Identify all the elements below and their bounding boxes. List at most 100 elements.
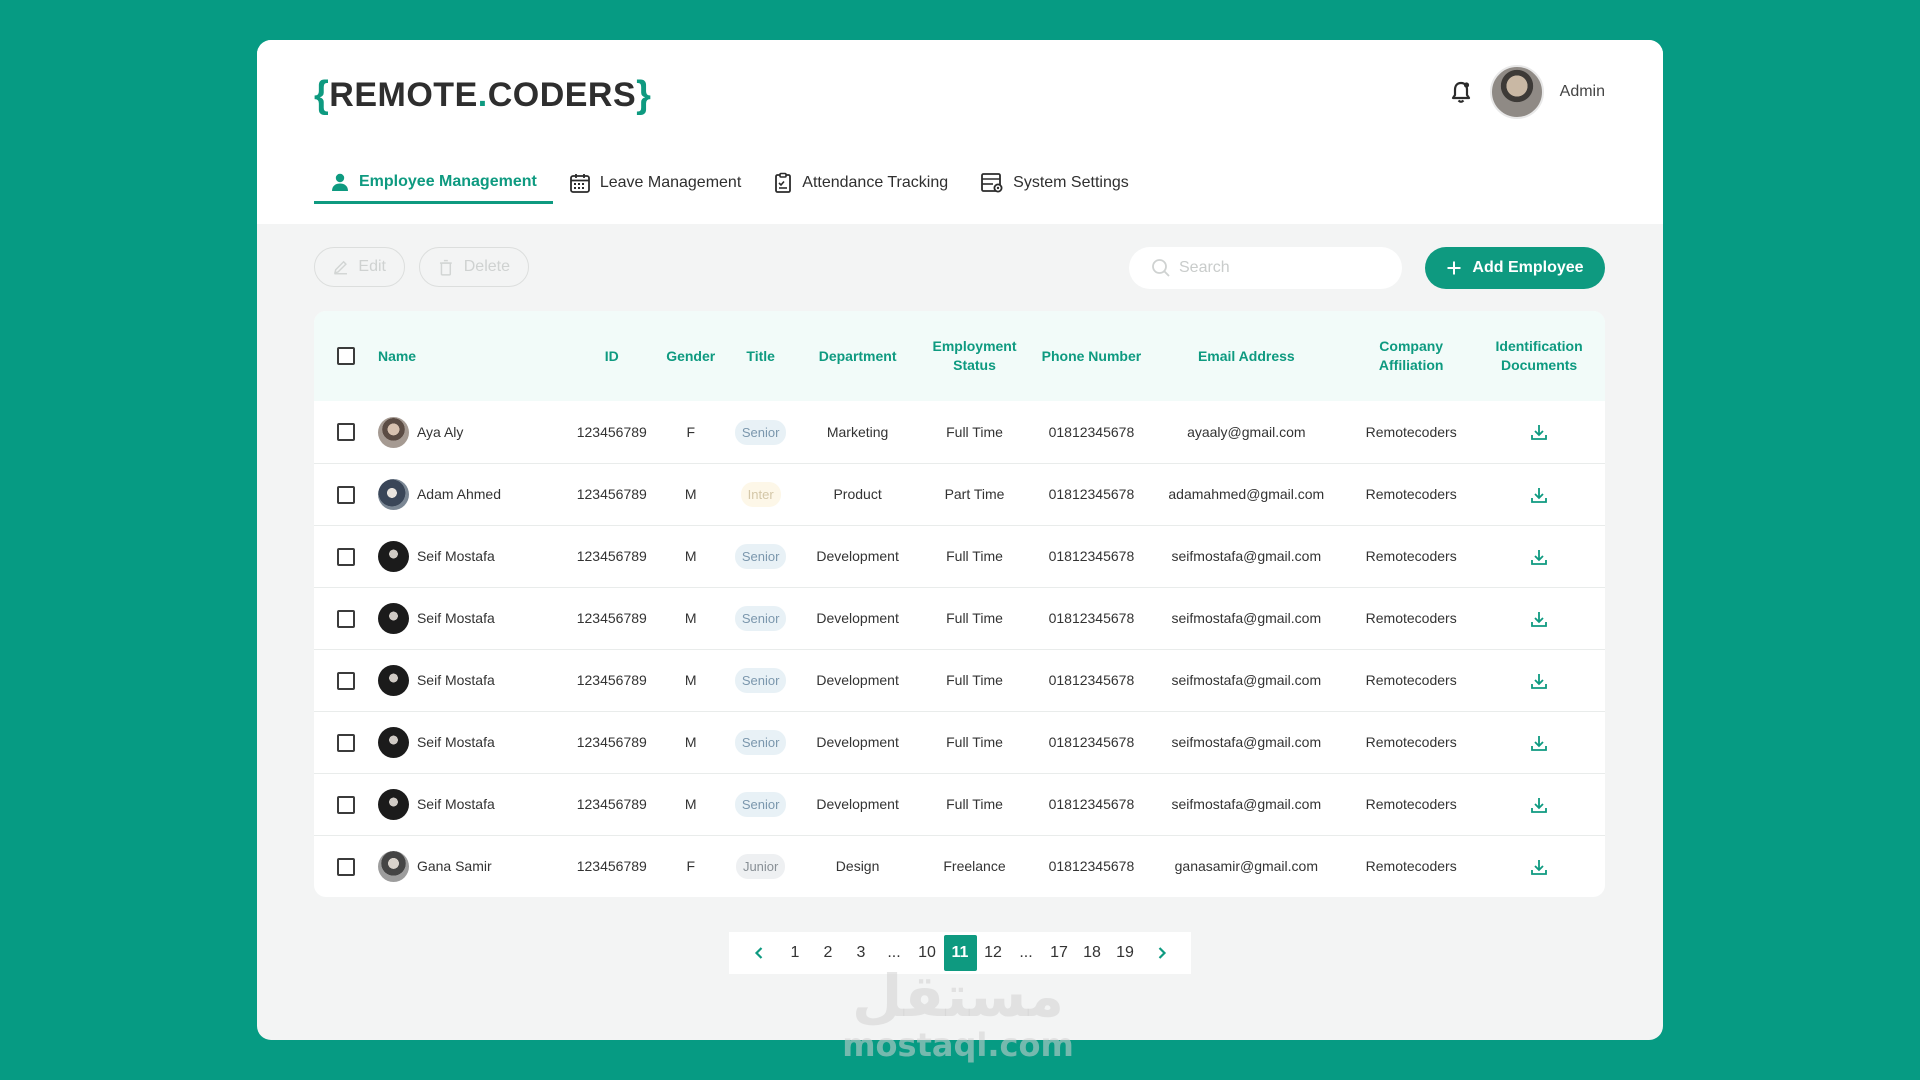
id-cell: 123456789 [576,610,647,626]
tab-employee-management[interactable]: Employee Management [314,162,553,204]
documents-cell [1473,734,1605,752]
select-all-checkbox[interactable] [336,347,355,365]
header-department[interactable]: Department [806,347,910,366]
documents-cell [1473,486,1605,504]
watermark-latin: mostaql.com [842,1026,1074,1064]
name-cell: Gana Samir [377,851,558,882]
table-row[interactable]: Gana Samir 123456789 F Junior Design Fre… [314,835,1605,897]
phone-cell: 01812345678 [1048,486,1135,502]
tab-attendance-tracking[interactable]: Attendance Tracking [757,162,964,204]
row-checkbox[interactable] [336,733,355,752]
avatar[interactable] [1489,65,1544,119]
department-cell: Development [816,672,899,688]
email-cell: adamahmed@gmail.com [1168,486,1325,502]
row-checkbox[interactable] [336,857,355,876]
page-button[interactable]: 18 [1076,935,1109,971]
avatar [377,603,409,634]
download-icon[interactable] [1530,734,1548,752]
employee-name: Adam Ahmed [416,486,502,502]
row-checkbox[interactable] [336,423,355,441]
table-row[interactable]: Seif Mostafa 123456789 M Senior Developm… [314,711,1605,773]
download-icon[interactable] [1530,423,1548,441]
gender-cell: F [686,423,695,440]
row-checkbox[interactable] [336,485,355,504]
phone-cell: 01812345678 [1048,610,1135,626]
name-cell: Seif Mostafa [377,665,558,696]
download-icon[interactable] [1530,486,1548,504]
table-body: Aya Aly 123456789 F Senior Marketing Ful… [314,401,1605,897]
header-employment-status[interactable]: Employment Status [910,337,1040,375]
company-cell: Remotecoders [1365,858,1457,874]
page-button[interactable]: 1 [779,935,812,971]
phone-cell: 01812345678 [1048,858,1135,874]
row-select-cell [314,609,378,628]
company-cell: Remotecoders [1365,672,1457,688]
title-badge: Senior [734,792,787,817]
header-name[interactable]: Name [378,347,558,366]
employee-name: Seif Mostafa [416,672,495,688]
title-badge: Senior [734,606,787,631]
download-icon[interactable] [1530,796,1548,814]
email-cell: seifmostafa@gmail.com [1171,734,1322,750]
documents-cell [1473,548,1605,566]
email-cell: ayaaly@gmail.com [1187,423,1306,440]
prev-page-button[interactable] [739,935,779,971]
id-cell: 123456789 [576,548,647,564]
header-gender[interactable]: Gender [666,347,716,366]
title-cell: Inter [716,482,806,507]
plus-icon [1447,261,1461,275]
title-badge: Senior [734,668,787,693]
next-page-button[interactable] [1142,935,1182,971]
header-email[interactable]: Email Address [1143,347,1349,366]
row-checkbox[interactable] [336,609,355,628]
chevron-left-icon [754,947,762,959]
header-company[interactable]: Company Affiliation [1349,337,1473,375]
brand-logo[interactable]: { REMOTE . CODERS } [314,68,651,122]
add-employee-button[interactable]: Add Employee [1425,247,1605,289]
avatar [377,416,409,448]
department-cell: Development [816,796,899,812]
bell-icon[interactable] [1448,79,1474,105]
employee-name: Seif Mostafa [416,734,495,750]
delete-button[interactable]: Delete [419,247,529,287]
table-row[interactable]: Seif Mostafa 123456789 M Senior Developm… [314,773,1605,835]
download-icon[interactable] [1530,548,1548,566]
company-cell: Remotecoders [1365,423,1457,440]
id-cell: 123456789 [576,796,647,812]
table-row[interactable]: Seif Mostafa 123456789 M Senior Developm… [314,525,1605,587]
row-checkbox[interactable] [336,671,355,690]
id-cell: 123456789 [576,486,647,502]
employment-cell: Part Time [944,486,1005,502]
table-row[interactable]: Seif Mostafa 123456789 M Senior Developm… [314,649,1605,711]
tab-leave-management[interactable]: Leave Management [553,162,757,204]
employee-name: Gana Samir [416,858,492,874]
table-header: Name ID Gender Title Department Employme… [314,311,1605,401]
table-row[interactable]: Adam Ahmed 123456789 M Inter Product Par… [314,463,1605,525]
row-checkbox[interactable] [336,547,355,566]
download-icon[interactable] [1530,672,1548,690]
header-documents[interactable]: Identification Documents [1473,337,1605,375]
search-input[interactable]: Search [1129,247,1402,289]
search-icon [1152,259,1170,277]
documents-cell [1473,672,1605,690]
row-checkbox[interactable] [336,795,355,814]
title-cell: Senior [716,419,806,445]
user-area: Admin [1448,62,1605,122]
header-id[interactable]: ID [558,347,666,366]
table-row[interactable]: Aya Aly 123456789 F Senior Marketing Ful… [314,401,1605,463]
header-title[interactable]: Title [716,347,806,366]
gender-cell: M [684,486,697,502]
header-phone[interactable]: Phone Number [1039,347,1143,366]
department-cell: Development [816,548,899,564]
email-cell: seifmostafa@gmail.com [1171,796,1322,812]
department-cell: Product [833,486,882,502]
user-name[interactable]: Admin [1560,83,1605,101]
table-row[interactable]: Seif Mostafa 123456789 M Senior Developm… [314,587,1605,649]
tab-system-settings[interactable]: System Settings [964,162,1145,204]
main-tabs: Employee Management Leave Management Att… [314,162,1145,204]
download-icon[interactable] [1530,610,1548,628]
download-icon[interactable] [1530,858,1548,876]
edit-button[interactable]: Edit [314,247,405,287]
email-cell: seifmostafa@gmail.com [1171,672,1322,688]
page-button[interactable]: 19 [1109,935,1142,971]
